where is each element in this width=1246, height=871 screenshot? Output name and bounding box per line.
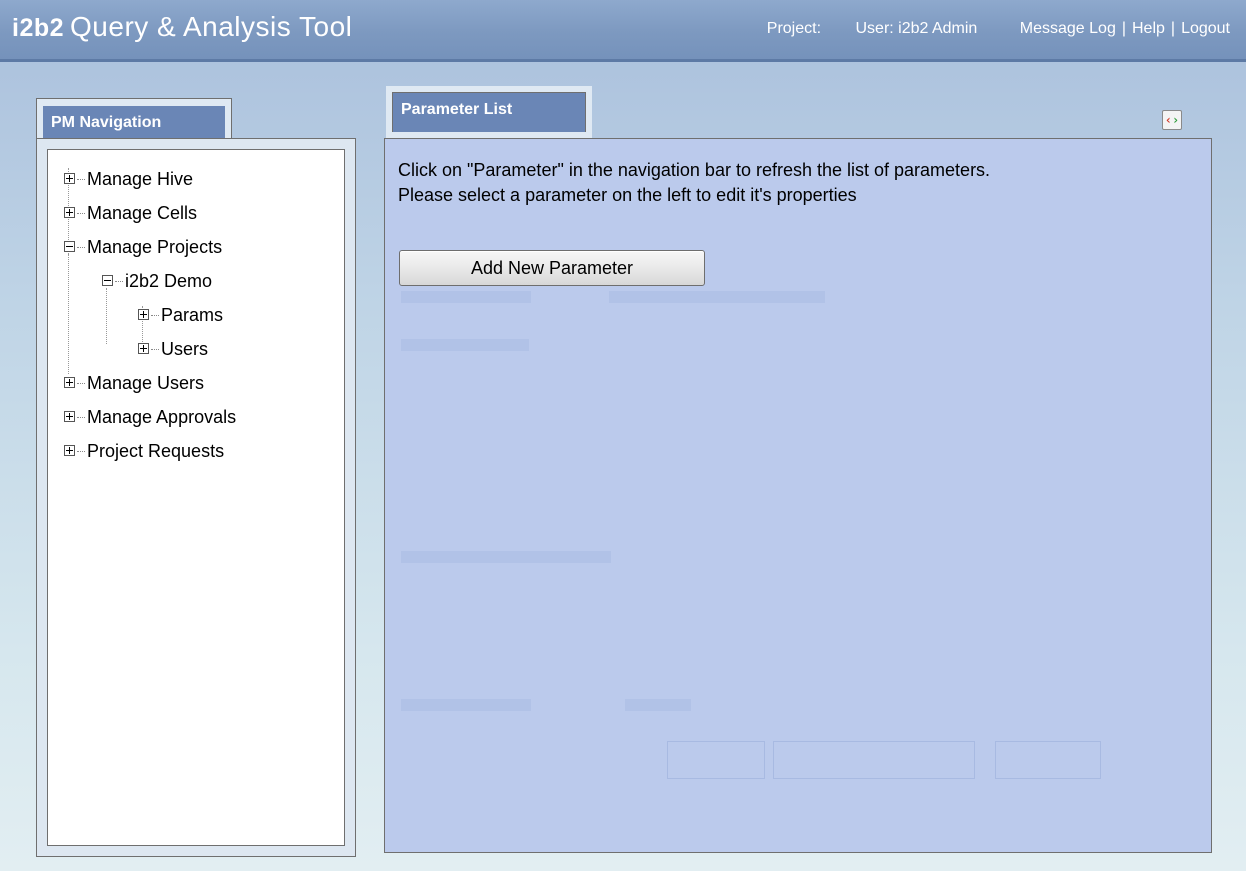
- ghost-button: [773, 741, 975, 779]
- instruction-line: Click on "Parameter" in the navigation b…: [398, 160, 991, 180]
- tree-item-manage-approvals[interactable]: Manage Approvals: [64, 400, 236, 434]
- expand-icon[interactable]: [64, 444, 75, 456]
- tree-item-manage-users[interactable]: Manage Users: [64, 366, 236, 400]
- logout-link[interactable]: Logout: [1181, 20, 1230, 38]
- tree-dots: [77, 246, 85, 248]
- ghost-field: [401, 291, 531, 303]
- expand-icon[interactable]: [138, 308, 149, 320]
- tree-dots: [77, 450, 85, 452]
- pm-navigation-panel: Manage Hive Manage Cells Manage Projects…: [36, 138, 356, 857]
- add-new-parameter-button[interactable]: Add New Parameter: [399, 250, 705, 286]
- tree-item-manage-cells[interactable]: Manage Cells: [64, 196, 236, 230]
- tree-item-label: Manage Hive: [87, 169, 194, 189]
- tree-item-manage-projects[interactable]: Manage Projects: [64, 230, 236, 264]
- ghost-field: [401, 339, 529, 351]
- pm-navigation-tab-label: PM Navigation: [43, 106, 225, 138]
- xml-view-icon[interactable]: ‹›: [1162, 110, 1182, 130]
- parameter-list-panel: [384, 138, 1212, 853]
- collapse-icon[interactable]: [64, 240, 75, 252]
- project-label: Project:: [766, 20, 822, 37]
- navigation-tree: Manage Hive Manage Cells Manage Projects…: [64, 162, 236, 468]
- link-separator: |: [1121, 20, 1126, 37]
- ghost-button: [667, 741, 765, 779]
- parameter-list-tab-label: Parameter List: [386, 86, 592, 138]
- navigation-tree-container: Manage Hive Manage Cells Manage Projects…: [47, 149, 345, 846]
- ghost-field: [401, 551, 611, 563]
- tree-item-label: Manage Approvals: [87, 407, 237, 427]
- tree-item-label: Manage Users: [87, 373, 205, 393]
- ghost-field: [625, 699, 691, 711]
- tree-dots: [115, 280, 123, 282]
- message-log-link[interactable]: Message Log: [1020, 20, 1116, 38]
- tree-dots: [151, 348, 159, 350]
- parameter-list-tab[interactable]: Parameter List: [386, 86, 592, 138]
- tree-item-params[interactable]: Params: [138, 298, 236, 332]
- tree-dots: [151, 314, 159, 316]
- expand-icon[interactable]: [64, 410, 75, 422]
- link-separator: |: [1170, 20, 1176, 37]
- tree-dots: [77, 382, 85, 384]
- help-link[interactable]: Help: [1132, 20, 1165, 38]
- parameter-instructions: Click on "Parameter" in the navigation b…: [398, 158, 990, 208]
- tree-item-label: Params: [161, 305, 224, 325]
- tree-item-i2b2-demo[interactable]: i2b2 Demo: [102, 264, 236, 298]
- expand-icon[interactable]: [64, 172, 75, 184]
- expand-icon[interactable]: [138, 342, 149, 354]
- app-header: i2b2 Query & Analysis Tool Project: User:…: [0, 0, 1246, 62]
- tree-item-label: Users: [161, 339, 209, 359]
- brand: i2b2 Query & Analysis Tool: [12, 11, 352, 43]
- brand-logo: i2b2: [12, 14, 65, 42]
- header-info: Project: User: i2b2 Admin Message Log | He…: [767, 20, 1230, 38]
- ghost-field: [401, 699, 531, 711]
- tree-item-label: Manage Projects: [87, 237, 223, 257]
- tree-item-users[interactable]: Users: [138, 332, 236, 366]
- tree-item-label: i2b2 Demo: [125, 271, 213, 291]
- user-label: User: i2b2 Admin: [855, 20, 978, 37]
- tree-item-project-requests[interactable]: Project Requests: [64, 434, 236, 468]
- tree-dots: [77, 416, 85, 418]
- tree-dots: [77, 212, 85, 214]
- tree-dots: [77, 178, 85, 180]
- expand-icon[interactable]: [64, 376, 75, 388]
- pm-navigation-tab[interactable]: PM Navigation: [36, 98, 232, 138]
- expand-icon[interactable]: [64, 206, 75, 218]
- tree-item-label: Project Requests: [87, 441, 225, 461]
- app-title: Query & Analysis Tool: [70, 11, 353, 42]
- ghost-field: [609, 291, 825, 303]
- tree-item-label: Manage Cells: [87, 203, 198, 223]
- ghost-button: [995, 741, 1101, 779]
- tree-item-manage-hive[interactable]: Manage Hive: [64, 162, 236, 196]
- collapse-icon[interactable]: [102, 274, 113, 286]
- instruction-line: Please select a parameter on the left to…: [398, 185, 857, 205]
